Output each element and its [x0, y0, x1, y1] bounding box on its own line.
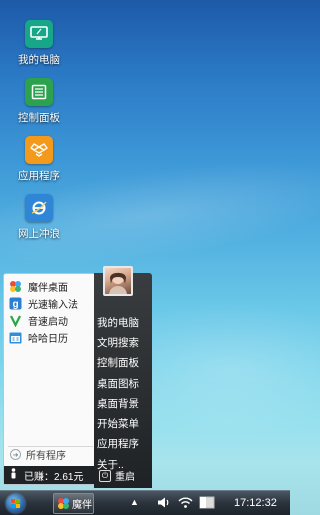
- v-launch-icon: [9, 314, 22, 327]
- pinned-item-label: 音速启动: [28, 317, 68, 328]
- arrow-right-icon: ➜: [10, 449, 21, 460]
- restart-button[interactable]: ⏻ 重启: [99, 468, 135, 483]
- start-button[interactable]: [6, 494, 25, 513]
- menu-item-search[interactable]: 文明搜索: [97, 332, 139, 352]
- restart-label: 重启: [115, 472, 135, 483]
- pinned-item-label: 光速输入法: [28, 300, 78, 311]
- show-hidden-icons-icon[interactable]: ▲: [130, 497, 139, 507]
- taskbar-app-label: 魔伴: [72, 500, 92, 511]
- taskbar: 魔伴 ▲ 17:12:32: [0, 490, 290, 515]
- all-programs-label: 所有程序: [26, 451, 66, 462]
- pinned-programs-list: 魔伴桌面 g 光速输入法 音速启动 哈哈日历: [4, 278, 96, 346]
- desktop-icon-my-computer[interactable]: 我的电脑: [9, 20, 69, 67]
- pinned-item-guangsu-input[interactable]: g 光速输入法: [4, 295, 96, 312]
- pinned-item-haha-calendar[interactable]: 哈哈日历: [4, 329, 96, 346]
- taskbar-app-moban[interactable]: 魔伴: [53, 493, 94, 514]
- input-g-icon: g: [9, 297, 22, 310]
- desktop-icon-applications[interactable]: 应用程序: [9, 136, 69, 183]
- pinned-item-mobanzhuomian[interactable]: 魔伴桌面: [4, 278, 96, 295]
- info-person-icon: [9, 468, 18, 482]
- desktop-icon-control-panel[interactable]: 控制面板: [9, 78, 69, 125]
- pinwheel-icon: [9, 280, 22, 293]
- user-avatar[interactable]: [103, 266, 133, 296]
- svg-text:g: g: [12, 299, 18, 310]
- clock-time[interactable]: 17:12:32: [234, 497, 277, 509]
- wifi-icon[interactable]: [178, 496, 193, 512]
- start-menu-right-list: 我的电脑 文明搜索 控制面板 桌面图标 桌面背景 开始菜单 应用程序 关于..: [97, 312, 139, 474]
- pinned-item-label: 魔伴桌面: [28, 283, 68, 294]
- control-panel-icon: [25, 78, 53, 106]
- earnings-display: 已赚：2.61元: [4, 466, 97, 484]
- internet-explorer-icon: [25, 194, 53, 222]
- menu-item-applications[interactable]: 应用程序: [97, 434, 139, 454]
- menu-item-start-menu[interactable]: 开始菜单: [97, 413, 139, 433]
- menu-item-desktop-icons[interactable]: 桌面图标: [97, 373, 139, 393]
- pinned-item-label: 哈哈日历: [28, 334, 68, 345]
- menu-item-desktop-background[interactable]: 桌面背景: [97, 393, 139, 413]
- start-menu-left-pane: 魔伴桌面 g 光速输入法 音速启动 哈哈日历 ➜ 所有程序 已赚：2.61元: [3, 273, 97, 485]
- menu-item-my-computer[interactable]: 我的电脑: [97, 312, 139, 332]
- desktop-icon-label: 我的电脑: [18, 54, 60, 66]
- desktop-icon-label: 应用程序: [18, 170, 60, 182]
- menu-item-control-panel[interactable]: 控制面板: [97, 353, 139, 373]
- calendar-icon: [9, 331, 22, 344]
- dropbox-box-icon: [25, 136, 53, 164]
- computer-monitor-icon: [25, 20, 53, 48]
- desktop-icon-internet[interactable]: 网上冲浪: [9, 194, 69, 241]
- power-icon: ⏻: [99, 469, 111, 482]
- desktop-icon-label: 网上冲浪: [18, 228, 60, 240]
- all-programs-button[interactable]: ➜ 所有程序: [8, 446, 93, 462]
- desktop-icon-label: 控制面板: [18, 112, 60, 124]
- pinwheel-icon: [57, 497, 70, 510]
- earnings-label: 已赚：2.61元: [24, 471, 84, 483]
- pinned-item-yinsu-launch[interactable]: 音速启动: [4, 312, 96, 329]
- volume-icon[interactable]: [157, 496, 171, 512]
- battery-icon[interactable]: [199, 495, 216, 510]
